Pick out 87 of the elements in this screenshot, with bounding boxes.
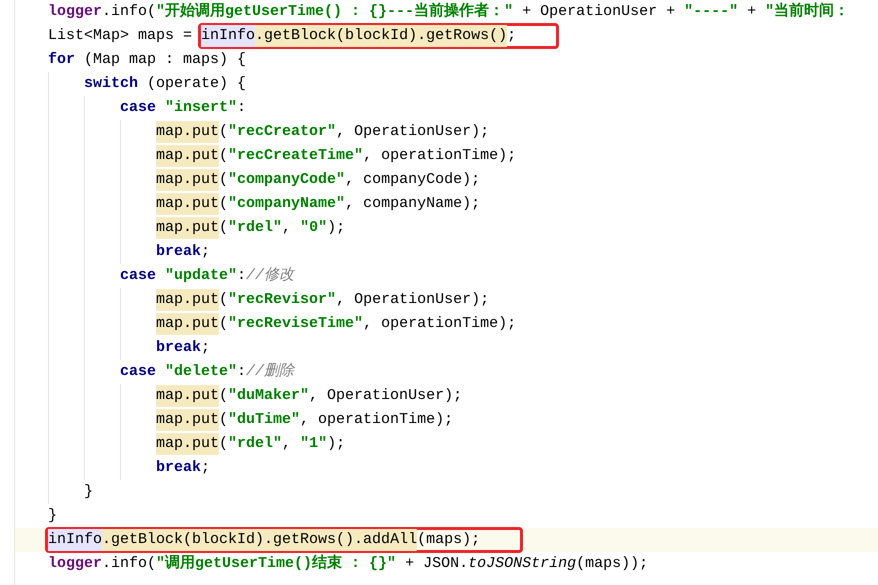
code-text: (Map map : maps) { bbox=[83, 50, 246, 70]
code-text: , operationTime); bbox=[363, 314, 516, 334]
highlighted-call: map.put bbox=[156, 312, 220, 336]
code-text: ( bbox=[219, 410, 228, 430]
code-text: : bbox=[237, 362, 246, 382]
highlighted-call: map.put bbox=[156, 168, 220, 192]
keyword: break bbox=[156, 242, 202, 262]
highlighted-call: map.put bbox=[156, 408, 220, 432]
string-literal: "duMaker" bbox=[228, 386, 310, 406]
code-text: , OperationUser); bbox=[309, 386, 462, 406]
code-comment: //删除 bbox=[246, 362, 294, 382]
string-literal: "duTime" bbox=[228, 410, 300, 430]
code-text: .info( bbox=[102, 554, 156, 574]
code-text: , operationTime); bbox=[363, 146, 516, 166]
string-literal: "调用getUserTime()结束 : {}" bbox=[156, 553, 396, 574]
highlighted-call: map.put bbox=[156, 432, 220, 456]
string-literal: "当前时间： bbox=[765, 1, 850, 22]
code-text: ( bbox=[219, 146, 228, 166]
highlighted-variable: inInfo bbox=[48, 528, 102, 552]
code-text: ; bbox=[201, 458, 210, 478]
highlighted-call: map.put bbox=[156, 192, 220, 216]
string-literal: "recRevisor" bbox=[228, 290, 336, 310]
code-text: (maps); bbox=[417, 530, 480, 550]
string-literal: "开始调用getUserTime() : {}---当前操作者：" bbox=[156, 1, 514, 22]
string-literal: "rdel" bbox=[228, 218, 282, 238]
highlighted-call: .getBlock(blockId).getRows() bbox=[255, 24, 508, 48]
code-text: List<Map> maps = bbox=[48, 26, 194, 46]
code-text: ( bbox=[219, 434, 228, 454]
string-literal: "companyCode" bbox=[228, 170, 346, 190]
code-text: , OperationUser); bbox=[336, 290, 490, 310]
code-text: , OperationUser); bbox=[336, 122, 490, 142]
code-text: .info( bbox=[102, 2, 156, 22]
code-text: ( bbox=[219, 290, 228, 310]
code-text: ; bbox=[201, 242, 210, 262]
code-text: (operate) { bbox=[146, 74, 246, 94]
string-literal: "insert" bbox=[164, 98, 238, 118]
highlighted-call: map.put bbox=[156, 216, 220, 240]
string-literal: "rdel" bbox=[228, 434, 282, 454]
string-literal: "companyName" bbox=[228, 194, 346, 214]
field-name: logger bbox=[48, 554, 102, 574]
keyword: break bbox=[156, 458, 202, 478]
code-text: ( bbox=[219, 194, 228, 214]
code-text: ; bbox=[201, 338, 210, 358]
keyword: case bbox=[120, 98, 156, 118]
highlighted-call: .getBlock(blockId).getRows().addAll bbox=[102, 528, 418, 552]
highlighted-call: map.put bbox=[156, 120, 220, 144]
string-literal: "0" bbox=[300, 218, 328, 238]
string-literal: "recCreator" bbox=[228, 122, 336, 142]
code-text: ); bbox=[327, 218, 346, 238]
highlighted-call: map.put bbox=[156, 384, 220, 408]
code-text: ); bbox=[327, 434, 346, 454]
highlighted-call: map.put bbox=[156, 288, 220, 312]
code-text: ( bbox=[219, 170, 228, 190]
keyword: break bbox=[156, 338, 202, 358]
string-literal: "1" bbox=[300, 434, 328, 454]
keyword: case bbox=[120, 362, 156, 382]
code-text: ( bbox=[219, 386, 228, 406]
code-text: + OperationUser + bbox=[521, 2, 676, 22]
string-literal: "delete" bbox=[164, 362, 238, 382]
string-literal: "recCreateTime" bbox=[228, 146, 364, 166]
code-comment: //修改 bbox=[246, 266, 294, 286]
keyword: switch bbox=[84, 74, 138, 94]
field-name: logger bbox=[48, 2, 102, 22]
code-text: } bbox=[84, 482, 94, 502]
string-literal: "recReviseTime" bbox=[228, 314, 364, 334]
string-literal: "----" bbox=[684, 2, 738, 22]
code-text: , bbox=[282, 434, 292, 454]
code-text: + JSON. bbox=[404, 554, 468, 574]
code-text: , bbox=[282, 218, 292, 238]
code-text: ; bbox=[507, 26, 516, 46]
code-text: : bbox=[237, 266, 246, 286]
code-text: ( bbox=[219, 314, 228, 334]
method-name: toJSONString bbox=[468, 554, 576, 574]
code-text: ( bbox=[219, 122, 228, 142]
code-text: + bbox=[746, 2, 758, 22]
code-text: , companyCode); bbox=[345, 170, 480, 190]
code-text: } bbox=[48, 506, 58, 526]
keyword: case bbox=[120, 266, 156, 286]
code-text: (maps)); bbox=[576, 554, 648, 574]
keyword: for bbox=[48, 50, 76, 70]
highlighted-call: map.put bbox=[156, 144, 220, 168]
code-text: , companyName); bbox=[345, 194, 480, 214]
highlighted-variable: inInfo bbox=[201, 24, 256, 48]
string-literal: "update" bbox=[164, 266, 238, 286]
code-text: , operationTime); bbox=[300, 410, 454, 430]
code-text: ( bbox=[219, 218, 228, 238]
code-text: : bbox=[237, 98, 246, 118]
